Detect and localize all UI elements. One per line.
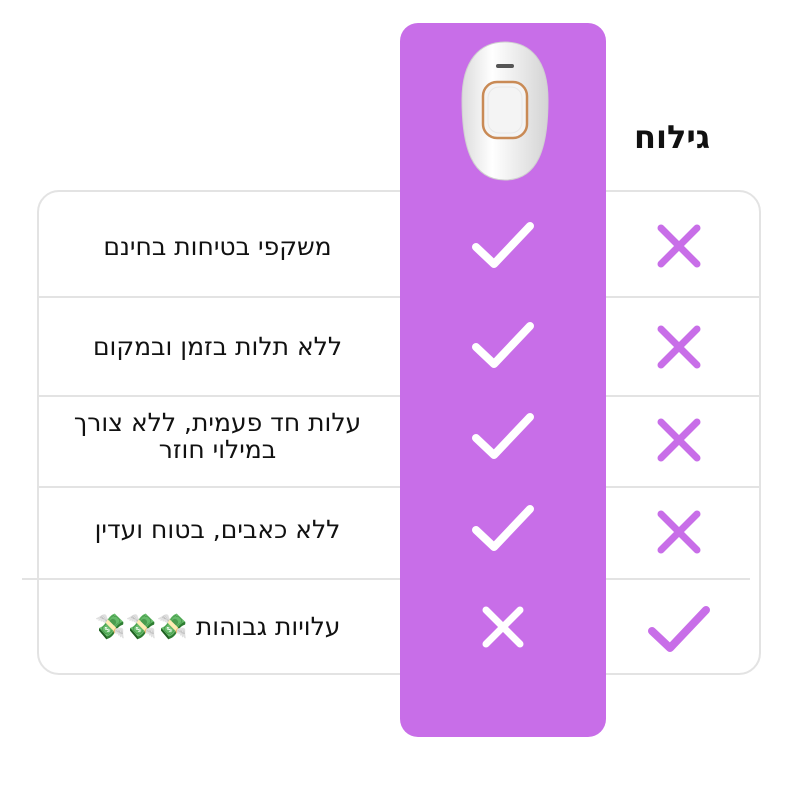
row-divider [37, 395, 761, 397]
cross-icon [657, 418, 701, 462]
row-label-high-costs: עלויות גבוהות 💸💸💸 [94, 611, 341, 641]
shaving-column-header: גילוח [633, 118, 711, 156]
row-divider [37, 486, 761, 488]
check-icon [472, 505, 534, 551]
row-divider [37, 296, 761, 298]
check-icon [648, 606, 710, 652]
row-label-anytime-anywhere: ללא תלות בזמן ובמקום [92, 331, 343, 361]
row-divider [22, 578, 750, 580]
row-label-one-time-cost: עלות חד פעמית, ללא צורך במילוי חוזר [73, 408, 362, 464]
cross-icon [657, 325, 701, 369]
check-icon [472, 413, 534, 459]
check-icon [472, 222, 534, 268]
row-label-free-safety-glasses: משקפי בטיחות בחינם [103, 231, 332, 261]
cross-icon [657, 224, 701, 268]
cross-icon [482, 606, 524, 648]
check-icon [472, 322, 534, 368]
cross-icon [657, 510, 701, 554]
ipl-hair-removal-device-icon [461, 41, 549, 181]
row-label-painless-safe: ללא כאבים, בטוח ועדין [94, 514, 341, 544]
